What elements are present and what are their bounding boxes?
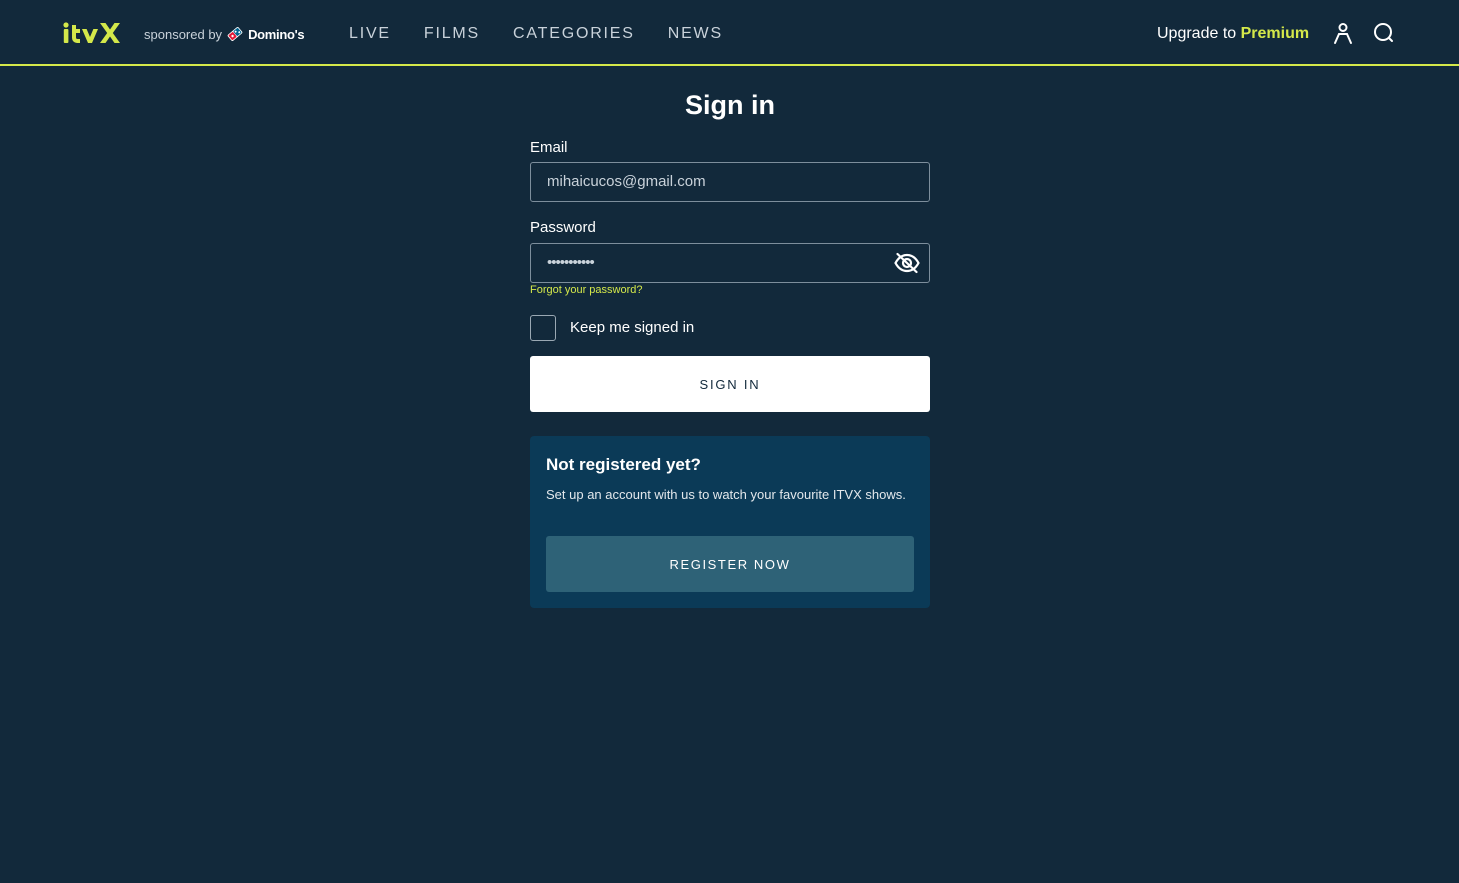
password-field[interactable] [547,244,887,282]
nav-films[interactable]: FILMS [424,24,480,44]
sponsor-prefix: sponsored by [144,26,223,42]
register-now-button[interactable]: REGISTER NOW [546,536,914,592]
itvx-logo[interactable] [63,22,125,44]
email-field[interactable] [547,163,887,201]
eye-slash-icon[interactable] [894,251,920,275]
keep-signed-in-checkbox[interactable] [530,315,556,341]
password-label: Password [530,219,596,236]
register-description: Set up an account with us to watch your … [546,487,906,502]
forgot-password-link[interactable]: Forgot your password? [530,284,643,297]
register-card: Not registered yet? Set up an account wi… [530,436,930,608]
email-field-wrapper [530,162,930,202]
register-title: Not registered yet? [546,455,701,474]
register-now-label: REGISTER NOW [669,556,791,572]
main-nav: LIVE FILMS CATEGORIES NEWS [349,24,723,44]
email-label: Email [530,139,568,156]
keep-signed-in-label: Keep me signed in [570,319,695,336]
nav-live[interactable]: LIVE [349,24,391,44]
search-icon[interactable] [1372,21,1396,45]
nav-news[interactable]: NEWS [668,24,723,44]
upgrade-premium-link[interactable]: Upgrade to Premium [1157,24,1309,44]
upgrade-prefix: Upgrade to [1157,25,1237,42]
sign-in-button[interactable]: SIGN IN [530,356,930,412]
password-field-wrapper [530,243,930,283]
user-icon[interactable] [1331,21,1355,45]
page-title: Sign in [685,90,775,120]
sponsor-name: Domino's [248,26,305,42]
itvx-logo-mark [63,22,120,43]
nav-categories[interactable]: CATEGORIES [513,24,635,44]
sign-in-button-label: SIGN IN [699,376,761,392]
sponsor-block: sponsored by Domino's [144,24,305,44]
site-header: sponsored by Domino's LIVE FILMS CATEGOR… [0,0,1459,66]
dominos-logo-icon [227,27,243,41]
upgrade-premium-text: Premium [1240,25,1310,42]
